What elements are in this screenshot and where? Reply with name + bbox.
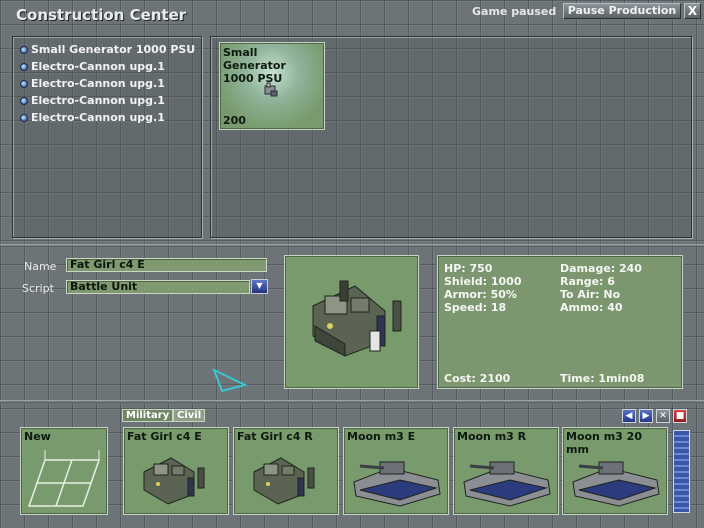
design-tile[interactable]: Moon m3 E <box>343 427 449 515</box>
build-cost: 200 <box>223 114 246 127</box>
current-build-tile[interactable]: Small Generator 1000 PSU 200 <box>219 42 325 130</box>
new-design-tile[interactable]: New <box>20 427 108 515</box>
new-label: New <box>24 430 51 443</box>
stat-to-air: To Air: No <box>560 288 621 301</box>
stat-speed: Speed: 18 <box>444 301 507 314</box>
tab-military[interactable]: Military <box>122 409 174 422</box>
close-button[interactable]: X <box>684 3 701 19</box>
stat-armor: Armor: 50% <box>444 288 517 301</box>
cursor-icon <box>212 368 248 393</box>
build-name-line1: Small Generator <box>223 46 286 72</box>
design-label: Moon m3 E <box>347 430 416 443</box>
radio-icon <box>20 96 28 105</box>
generator-icon <box>264 82 278 97</box>
divider <box>0 400 704 403</box>
stat-range: Range: 6 <box>560 275 615 288</box>
name-label: Name <box>24 260 57 273</box>
queue-item-label: Electro-Cannon upg.1 <box>31 111 165 124</box>
game-status-label: Game paused <box>472 5 557 18</box>
divider <box>0 244 704 247</box>
queue-item[interactable]: Electro-Cannon upg.1 <box>20 111 165 124</box>
queue-item[interactable]: Small Generator 1000 PSU <box>20 43 195 56</box>
close-icon[interactable]: ✕ <box>656 409 670 423</box>
scroll-right-icon[interactable]: ▶ <box>639 409 653 423</box>
queue-item[interactable]: Electro-Cannon upg.1 <box>20 77 165 90</box>
queue-item-label: Electro-Cannon upg.1 <box>31 77 165 90</box>
queue-item-label: Small Generator 1000 PSU <box>31 43 196 56</box>
stat-hp: HP: 750 <box>444 262 493 275</box>
script-label: Script <box>22 282 54 295</box>
queue-item[interactable]: Electro-Cannon upg.1 <box>20 94 165 107</box>
scroll-left-icon[interactable]: ◀ <box>622 409 636 423</box>
stat-damage: Damage: 240 <box>560 262 642 275</box>
queue-item-label: Electro-Cannon upg.1 <box>31 60 165 73</box>
design-scrollbar[interactable] <box>673 430 690 513</box>
radio-icon <box>20 45 28 54</box>
delete-icon[interactable]: ■ <box>673 409 687 423</box>
window-title: Construction Center <box>16 6 187 24</box>
stat-time: Time: 1min08 <box>560 372 645 385</box>
fat-girl-unit-icon <box>143 457 205 505</box>
build-name: Small Generator 1000 PSU <box>223 46 324 85</box>
radio-icon <box>20 62 28 71</box>
radio-icon <box>20 79 28 88</box>
design-tile[interactable]: Fat Girl c4 E <box>123 427 229 515</box>
queue-item[interactable]: Electro-Cannon upg.1 <box>20 60 165 73</box>
queue-item-label: Electro-Cannon upg.1 <box>31 94 165 107</box>
unit-name-field[interactable]: Fat Girl c4 E <box>66 258 267 272</box>
tab-civil[interactable]: Civil <box>173 409 206 422</box>
design-tile[interactable]: Moon m3 20 mm <box>562 427 668 515</box>
design-tile[interactable]: Moon m3 R <box>453 427 559 515</box>
fat-girl-unit-icon <box>253 457 315 505</box>
design-label: Moon m3 R <box>457 430 527 443</box>
stat-shield: Shield: 1000 <box>444 275 522 288</box>
wireframe-grid-icon <box>27 450 101 507</box>
design-tile[interactable]: Fat Girl c4 R <box>233 427 339 515</box>
moon-hover-unit-icon <box>353 461 441 507</box>
moon-hover-unit-icon <box>572 461 660 507</box>
moon-hover-unit-icon <box>463 461 551 507</box>
unit-preview <box>284 255 419 389</box>
radio-icon <box>20 113 28 122</box>
pause-production-button[interactable]: Pause Production <box>563 3 681 19</box>
fat-girl-unit-icon <box>312 280 402 357</box>
stat-cost: Cost: 2100 <box>444 372 511 385</box>
script-select[interactable]: Battle Unit <box>66 280 250 294</box>
stat-ammo: Ammo: 40 <box>560 301 623 314</box>
chevron-down-icon[interactable]: ▼ <box>251 279 268 294</box>
